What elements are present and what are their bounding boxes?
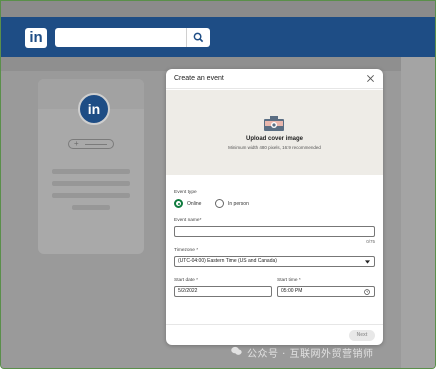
search-input[interactable] <box>55 28 210 47</box>
watermark-text: 公众号 · 互联网外贸营销师 <box>247 349 374 360</box>
browser-frame: in in + Create an event Upload cover ima… <box>0 0 436 369</box>
pill-line <box>85 144 107 145</box>
start-time-value: 05:00 PM <box>281 288 303 294</box>
placeholder-line <box>52 181 130 186</box>
camera-icon <box>264 116 284 131</box>
event-name-label: Event name* <box>174 218 202 223</box>
chevron-down-icon <box>365 260 370 264</box>
modal-header: Create an event <box>166 69 383 89</box>
radio-online[interactable] <box>174 199 183 208</box>
plus-icon: + <box>74 139 79 148</box>
start-date-label: Start date * <box>174 278 198 283</box>
cover-image-upload[interactable]: Upload cover image Minimum width 480 pix… <box>166 90 383 175</box>
search-icon <box>193 32 204 43</box>
timezone-label: Timezone * <box>174 248 199 253</box>
next-button[interactable]: Next <box>349 330 375 341</box>
placeholder-line <box>72 205 110 210</box>
clock-icon <box>364 289 370 295</box>
start-time-label: Start time * <box>277 278 301 283</box>
right-column <box>401 57 435 368</box>
timezone-select[interactable]: (UTC-04:00) Eastern Time (US and Canada) <box>174 256 375 267</box>
radio-online-label: Online <box>187 201 202 207</box>
start-date-input[interactable]: 5/2/2022 <box>174 286 272 297</box>
start-time-input[interactable]: 05:00 PM <box>277 286 375 297</box>
search-button[interactable] <box>186 28 210 47</box>
modal-footer: Next <box>166 324 383 345</box>
event-type-label: Event type <box>174 190 197 195</box>
modal-title: Create an event <box>174 75 224 82</box>
close-icon[interactable] <box>366 74 375 83</box>
upload-cover-label: Upload cover image <box>245 136 304 142</box>
wechat-icon <box>231 346 242 355</box>
placeholder-line <box>52 169 130 174</box>
radio-in-person-label: In person <box>228 201 249 207</box>
event-name-input[interactable] <box>174 226 375 237</box>
placeholder-line <box>52 193 130 198</box>
radio-in-person[interactable] <box>215 199 224 208</box>
company-logo: in <box>78 93 110 125</box>
timezone-value: (UTC-04:00) Eastern Time (US and Canada) <box>178 258 277 264</box>
add-pill: + <box>68 139 114 149</box>
create-event-modal: Create an event Upload cover image Minim… <box>166 69 383 345</box>
profile-card: in + <box>38 79 144 254</box>
event-name-counter: 0/75 <box>366 239 375 244</box>
linkedin-logo[interactable]: in <box>25 28 47 48</box>
upload-cover-hint: Minimum width 480 pixels, 16:9 recommend… <box>228 145 321 150</box>
